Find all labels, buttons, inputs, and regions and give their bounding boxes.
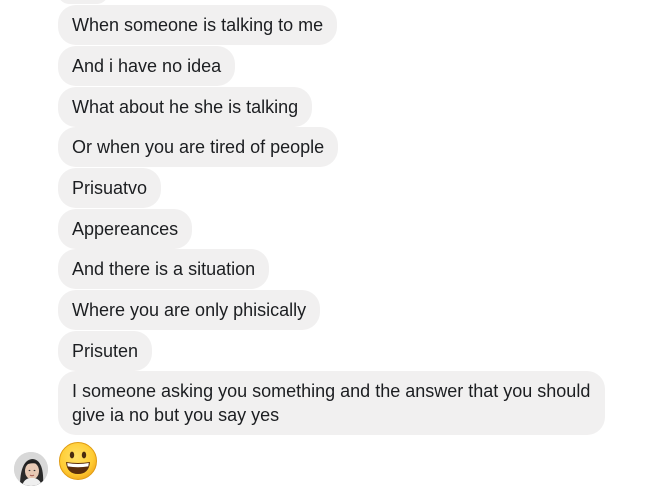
message-text: I someone asking you something and the a… <box>72 381 591 425</box>
message-bubble[interactable]: And i have no idea <box>58 46 236 86</box>
message-text: Appereances <box>72 219 179 239</box>
message-text: What about he she is talking <box>72 97 299 117</box>
message-text: Prisuatvo <box>72 178 148 198</box>
message-text: When someone is talking to me <box>72 15 324 35</box>
message-bubble[interactable]: I someone asking you something and the a… <box>58 371 605 435</box>
message-thread: When someone is talking to me And i have… <box>0 0 653 496</box>
message-text: Where you are only phisically <box>72 300 307 320</box>
message-bubble[interactable]: Appereances <box>58 209 193 249</box>
message-bubble[interactable]: Or when you are tired of people <box>58 127 339 167</box>
message-text: And i have no idea <box>72 56 222 76</box>
message-text: And there is a situation <box>72 259 256 279</box>
message-bubble[interactable]: And there is a situation <box>58 249 270 289</box>
grinning-face-emoji-icon[interactable] <box>58 441 98 481</box>
sender-avatar[interactable] <box>14 452 48 486</box>
profile-photo-icon <box>14 452 48 486</box>
message-text: Or when you are tired of people <box>72 137 325 157</box>
message-text: Prisuten <box>72 341 139 361</box>
previous-message-bubble[interactable] <box>58 0 108 4</box>
message-bubble[interactable]: Prisuten <box>58 331 153 371</box>
message-bubble[interactable]: When someone is talking to me <box>58 5 338 45</box>
message-bubble[interactable]: What about he she is talking <box>58 87 313 127</box>
message-bubble[interactable]: Where you are only phisically <box>58 290 321 330</box>
message-bubble[interactable]: Prisuatvo <box>58 168 162 208</box>
